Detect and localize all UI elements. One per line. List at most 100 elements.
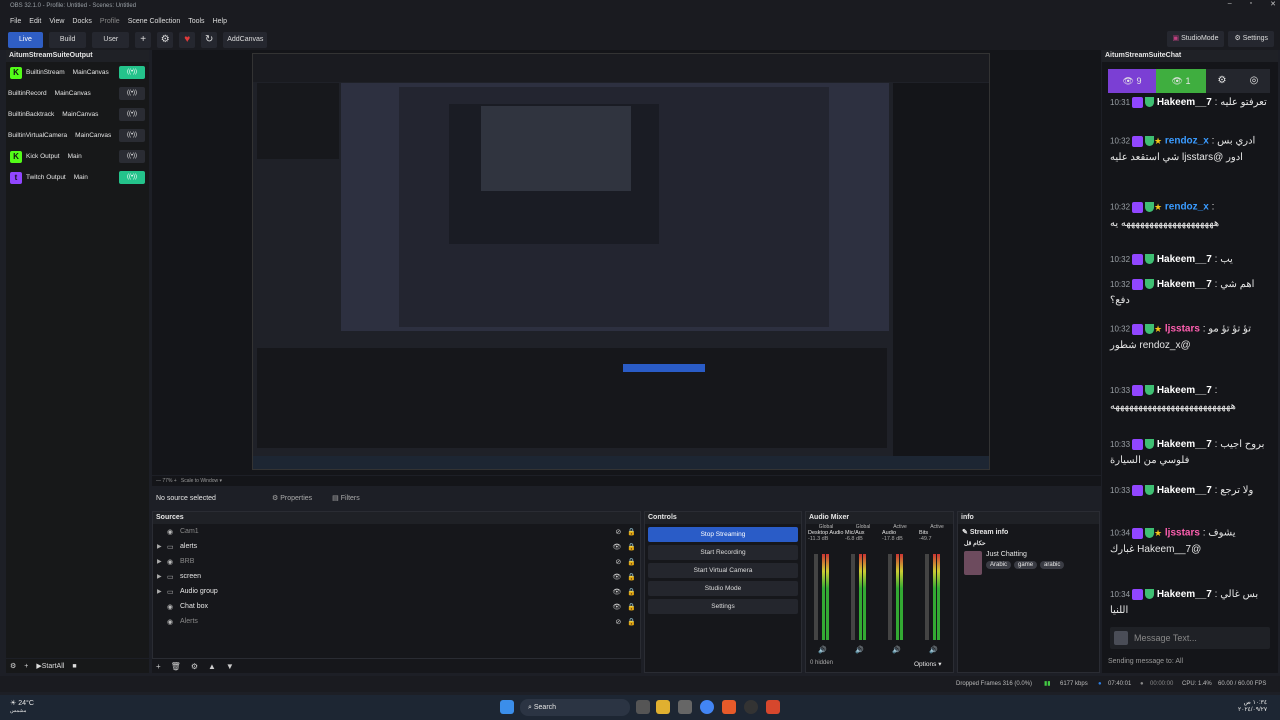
minimize-icon[interactable]: – bbox=[1228, 0, 1232, 12]
move-down-icon[interactable]: ▼ bbox=[226, 662, 234, 671]
mixer-options-button[interactable]: Options ▾ bbox=[914, 660, 941, 668]
lock-icon[interactable]: 🔒 bbox=[627, 618, 636, 626]
remove-source-icon[interactable]: 🗑 bbox=[171, 662, 181, 671]
brave-icon[interactable] bbox=[766, 700, 780, 714]
menu-help[interactable]: Help bbox=[213, 14, 227, 30]
gear-icon[interactable]: ⚙ bbox=[157, 32, 174, 48]
volume-slider[interactable] bbox=[851, 554, 855, 640]
start-all-button[interactable]: ▶StartAll bbox=[36, 662, 64, 670]
menu-docks[interactable]: Docks bbox=[72, 14, 91, 30]
scale-to-window[interactable]: Scale to Window bbox=[181, 478, 218, 484]
studio-mode-button[interactable]: ▣ StudioMode bbox=[1166, 31, 1225, 47]
source-settings-icon[interactable]: ⚙ bbox=[191, 662, 198, 671]
message-user[interactable]: ljsstars bbox=[1165, 324, 1200, 335]
chat-popout-icon[interactable]: ◎ bbox=[1238, 69, 1270, 93]
lock-icon[interactable]: 🔒 bbox=[627, 588, 636, 596]
tag-pill[interactable]: game bbox=[1014, 561, 1038, 569]
message-user[interactable]: rendoz_x bbox=[1165, 136, 1209, 147]
message-user[interactable]: ljsstars bbox=[1165, 528, 1200, 539]
menu-tools[interactable]: Tools bbox=[188, 14, 204, 30]
expand-arrow-icon[interactable]: ▶ bbox=[157, 588, 167, 595]
message-user[interactable]: Hakeem__7 bbox=[1157, 385, 1212, 396]
volume-slider[interactable] bbox=[814, 554, 818, 640]
chat-input[interactable]: Message Text... bbox=[1134, 633, 1197, 643]
refresh-icon[interactable]: ↻ bbox=[201, 32, 218, 48]
output-toggle-button[interactable]: ((•)) bbox=[119, 87, 145, 100]
volume-slider[interactable] bbox=[925, 554, 929, 640]
close-icon[interactable]: ✕ bbox=[1270, 0, 1276, 12]
visibility-icon[interactable]: 👁 bbox=[612, 543, 621, 551]
output-toggle-button[interactable]: ((•)) bbox=[119, 108, 145, 121]
menu-file[interactable]: File bbox=[10, 14, 21, 30]
taskbar-search[interactable]: ⌕ Search bbox=[520, 699, 630, 716]
message-user[interactable]: Hakeem__7 bbox=[1157, 254, 1212, 265]
start-icon[interactable] bbox=[500, 700, 514, 714]
output-toggle-button[interactable]: ((•)) bbox=[119, 171, 145, 184]
source-row[interactable]: ▶ ▭ screen 👁 🔒 bbox=[153, 569, 640, 584]
message-user[interactable]: Hakeem__7 bbox=[1157, 97, 1212, 108]
output-toggle-button[interactable]: ((•)) bbox=[119, 66, 145, 79]
output-toggle-button[interactable]: ((•)) bbox=[119, 129, 145, 142]
mute-icon[interactable]: 🔊 bbox=[892, 646, 901, 654]
lock-icon[interactable]: 🔒 bbox=[627, 603, 636, 611]
weather-widget[interactable]: ☀ 24°C مشمس bbox=[10, 699, 34, 714]
tag-pill[interactable]: arabic bbox=[1040, 561, 1065, 569]
user-tab[interactable]: User bbox=[92, 32, 130, 48]
message-user[interactable]: Hakeem__7 bbox=[1157, 439, 1212, 450]
add-source-icon[interactable]: + bbox=[156, 662, 161, 671]
menu-scene-collection[interactable]: Scene Collection bbox=[128, 14, 181, 30]
visibility-icon[interactable]: 👁 bbox=[612, 573, 621, 581]
stop-all-icon[interactable]: ■ bbox=[72, 663, 76, 670]
output-settings-icon[interactable]: ⚙ bbox=[10, 662, 16, 670]
mute-icon[interactable]: 🔊 bbox=[855, 646, 864, 654]
source-row[interactable]: ▶ ▭ alerts 👁 🔒 bbox=[153, 539, 640, 554]
move-up-icon[interactable]: ▲ bbox=[208, 662, 216, 671]
menu-edit[interactable]: Edit bbox=[29, 14, 41, 30]
app-icon[interactable] bbox=[722, 700, 736, 714]
stop-streaming-button[interactable]: Stop Streaming bbox=[648, 527, 798, 542]
lock-icon[interactable]: 🔒 bbox=[627, 543, 636, 551]
settings-control-button[interactable]: Settings bbox=[648, 599, 798, 614]
source-row[interactable]: ◉ Alerts ⊘ 🔒 bbox=[153, 614, 640, 629]
expand-arrow-icon[interactable]: ▶ bbox=[157, 558, 167, 565]
start-recording-button[interactable]: Start Recording bbox=[648, 545, 798, 560]
source-row[interactable]: ◉ Cam1 ⊘ 🔒 bbox=[153, 524, 640, 539]
message-user[interactable]: rendoz_x bbox=[1165, 202, 1209, 213]
volume-slider[interactable] bbox=[888, 554, 892, 640]
message-user[interactable]: Hakeem__7 bbox=[1157, 485, 1212, 496]
lock-icon[interactable]: 🔒 bbox=[627, 558, 636, 566]
menu-view[interactable]: View bbox=[49, 14, 64, 30]
filters-button[interactable]: ▤ Filters bbox=[328, 494, 364, 502]
task-view-icon[interactable] bbox=[636, 700, 650, 714]
build-tab[interactable]: Build bbox=[48, 32, 87, 48]
live-tab[interactable]: Live bbox=[8, 32, 43, 48]
maximize-icon[interactable]: ▫ bbox=[1250, 0, 1252, 12]
start-virtual-camera-button[interactable]: Start Virtual Camera bbox=[648, 563, 798, 578]
plus-icon[interactable]: + bbox=[135, 32, 152, 48]
tag-pill[interactable]: Arabic bbox=[986, 561, 1012, 569]
chrome-icon[interactable] bbox=[700, 700, 714, 714]
mute-icon[interactable]: 🔊 bbox=[929, 646, 938, 654]
source-row[interactable]: ◉ Chat box 👁 🔒 bbox=[153, 599, 640, 614]
visibility-icon[interactable]: ⊘ bbox=[615, 528, 621, 536]
properties-button[interactable]: ⚙ Properties bbox=[268, 494, 316, 502]
expand-arrow-icon[interactable]: ▶ bbox=[157, 573, 167, 580]
menu-profile[interactable]: Profile bbox=[100, 14, 120, 30]
visibility-icon[interactable]: ⊘ bbox=[615, 558, 621, 566]
zoom-level[interactable]: 77% bbox=[162, 478, 172, 484]
source-row[interactable]: ▶ ◉ BRB ⊘ 🔒 bbox=[153, 554, 640, 569]
output-toggle-button[interactable]: ((•)) bbox=[119, 150, 145, 163]
visibility-icon[interactable]: ⊘ bbox=[615, 618, 621, 626]
settings-button[interactable]: ⚙ Settings bbox=[1228, 31, 1274, 47]
visibility-icon[interactable]: 👁 bbox=[612, 603, 621, 611]
store-icon[interactable] bbox=[678, 700, 692, 714]
clock[interactable]: ١٠:٣٤ ص ٢٠٢٤/٠٩/٢٧ bbox=[1238, 699, 1267, 713]
studio-mode-control-button[interactable]: Studio Mode bbox=[648, 581, 798, 596]
mute-icon[interactable]: 🔊 bbox=[818, 646, 827, 654]
visibility-icon[interactable]: 👁 bbox=[612, 588, 621, 596]
message-user[interactable]: Hakeem__7 bbox=[1157, 279, 1212, 290]
output-add-icon[interactable]: + bbox=[24, 663, 28, 670]
message-user[interactable]: Hakeem__7 bbox=[1157, 589, 1212, 600]
lock-icon[interactable]: 🔒 bbox=[627, 573, 636, 581]
obs-icon[interactable] bbox=[744, 700, 758, 714]
